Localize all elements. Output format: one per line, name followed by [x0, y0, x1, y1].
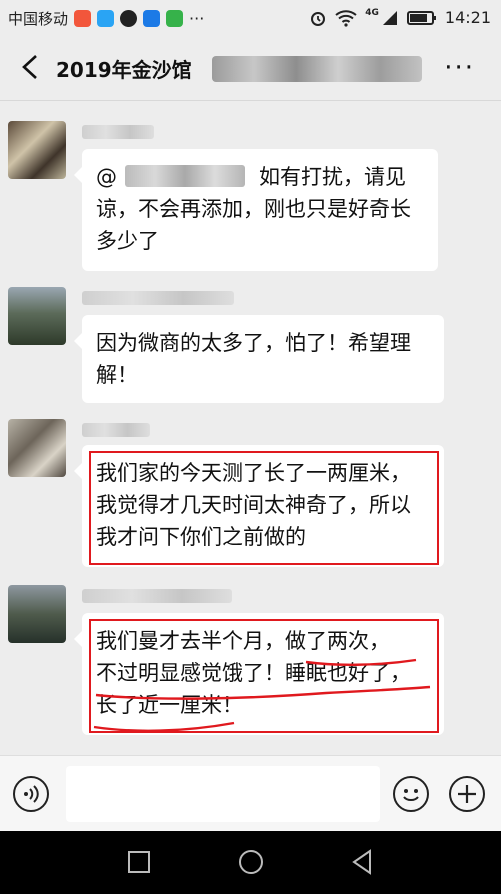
highlight-box [89, 619, 439, 733]
sender-name-blurred [82, 423, 150, 437]
home-icon [239, 850, 263, 874]
emoji-icon [403, 789, 419, 801]
voice-icon [24, 785, 39, 803]
qq-icon [120, 10, 138, 27]
chevron-left-icon [22, 55, 37, 79]
avatar[interactable] [8, 419, 66, 477]
highlight-box [89, 451, 439, 565]
chat-header: 2019年金沙馆 ··· [0, 36, 501, 101]
more-options-button[interactable]: ··· [444, 55, 475, 81]
mention-blurred [125, 165, 245, 187]
clock: 14:21 [444, 8, 491, 27]
sender-name-blurred [82, 589, 232, 603]
music-app-icon [74, 10, 92, 27]
more-actions-button[interactable] [449, 776, 485, 812]
carrier-label: 中国移动 [8, 10, 69, 28]
back-nav-button[interactable] [348, 847, 378, 877]
system-navigation-bar [0, 831, 501, 894]
sender-name-blurred [82, 125, 154, 139]
recent-apps-icon [128, 851, 150, 873]
message-input[interactable] [66, 766, 380, 822]
status-bar: 中国移动 ··· 4G 14:21 [0, 0, 501, 36]
message-text: 因为微商的太多了，怕了！希望理解！ [96, 331, 411, 387]
recent-apps-button[interactable] [124, 847, 154, 877]
wifi-icon [335, 9, 357, 27]
message-bubble[interactable]: 因为微商的太多了，怕了！希望理解！ [74, 315, 444, 403]
plus-icon [458, 785, 476, 803]
avatar[interactable] [8, 121, 66, 179]
network-type: 4G [365, 7, 379, 18]
health-app-icon [97, 10, 115, 27]
emoji-button[interactable] [393, 776, 429, 812]
message-list[interactable]: @ 如有打扰，请见谅，不会再添加，刚也只是好奇长多少了 因为微商的太多了，怕了！希… [0, 101, 501, 755]
signal-icon [382, 10, 397, 25]
home-button[interactable] [236, 847, 266, 877]
blurred-title-suffix [212, 56, 422, 82]
back-button[interactable] [16, 50, 46, 84]
sender-name-blurred [82, 291, 234, 305]
wechat-dots-icon [166, 10, 184, 27]
voice-button[interactable] [13, 776, 49, 812]
more-notifications-icon: ··· [189, 9, 205, 28]
battery-icon [406, 10, 436, 25]
avatar[interactable] [8, 287, 66, 345]
avatar[interactable] [8, 585, 66, 643]
alipay-icon [143, 10, 161, 27]
back-icon [352, 849, 371, 875]
input-bar [0, 755, 501, 832]
message-text: @ [96, 165, 117, 189]
message-bubble[interactable]: @ 如有打扰，请见谅，不会再添加，刚也只是好奇长多少了 [74, 149, 438, 271]
alarm-icon [311, 11, 326, 26]
chat-title: 2019年金沙馆 [56, 58, 192, 82]
